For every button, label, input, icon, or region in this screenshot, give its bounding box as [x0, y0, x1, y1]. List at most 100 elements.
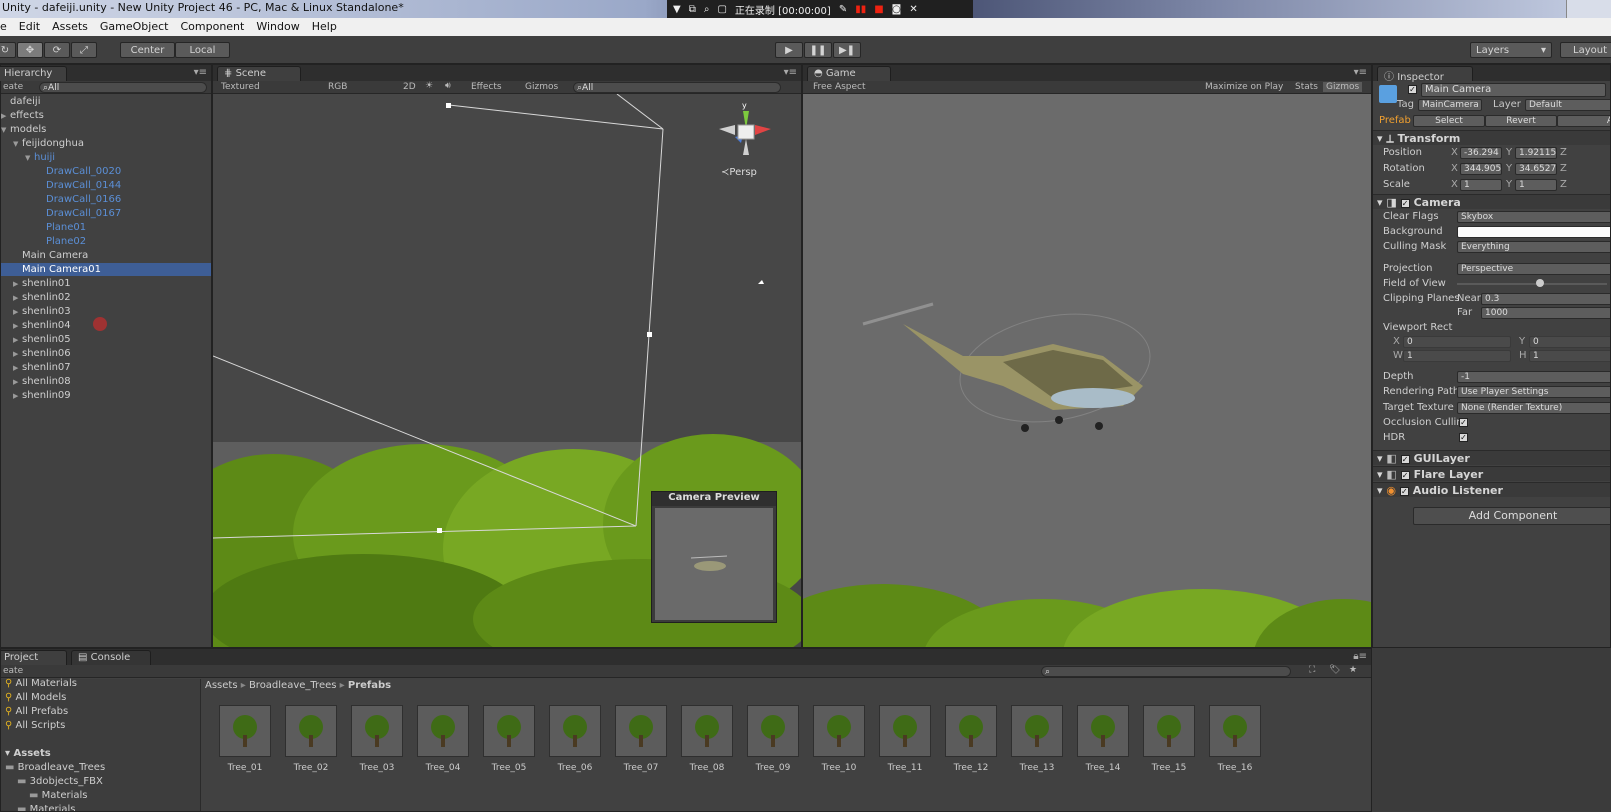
rotate-tool-icon[interactable]: ↻ [0, 42, 16, 58]
menu-assets[interactable]: Assets [52, 20, 88, 36]
hierarchy-item[interactable]: ▼ models [1, 123, 211, 136]
tab-project[interactable]: Project [1, 650, 67, 665]
filter-type-icon[interactable]: ⛶ [1309, 665, 1315, 675]
stop-record-icon[interactable]: ■ [874, 4, 883, 15]
asset-item[interactable]: Tree_13 [1011, 705, 1063, 773]
collapse-arrow-icon[interactable]: ▶ [13, 320, 22, 333]
active-checkbox[interactable]: ✓ [1408, 85, 1417, 94]
pivot-center-toggle[interactable]: Center [120, 42, 175, 58]
menu-window[interactable]: Window [256, 20, 299, 36]
tab-scene[interactable]: ⋕ Scene [217, 66, 301, 81]
play-button[interactable]: ▶ [775, 42, 803, 58]
favorite-item[interactable]: ⚲ All Models [5, 691, 66, 704]
pause-record-icon[interactable]: ▮▮ [855, 4, 866, 15]
asset-item[interactable]: Tree_15 [1143, 705, 1195, 773]
component-header[interactable]: ▾ ◧ ✓ Flare Layer [1373, 466, 1610, 481]
layer-dropdown[interactable]: Default [1525, 99, 1610, 111]
tab-inspector[interactable]: ⓘ Inspector [1377, 66, 1473, 83]
asset-item[interactable]: Tree_01 [219, 705, 271, 773]
scene-search-input[interactable]: ⌕All [573, 82, 781, 93]
hierarchy-item[interactable]: DrawCall_0144 [1, 179, 211, 192]
close-recorder-icon[interactable]: ✕ [909, 4, 917, 15]
collapse-arrow-icon[interactable]: ▶ [13, 334, 22, 347]
menu-component[interactable]: Component [180, 20, 244, 36]
asset-item[interactable]: Tree_12 [945, 705, 997, 773]
camera-row-field[interactable]: Perspective [1457, 263, 1610, 275]
dropdown-icon[interactable]: ▼ [673, 4, 681, 15]
transform-header[interactable]: ▾ ⟂ Transform [1373, 130, 1610, 145]
hierarchy-item[interactable]: ▶ effects [1, 109, 211, 122]
prefab-select-button[interactable]: Select [1413, 115, 1485, 127]
breadcrumb-prefabs[interactable]: Prefabs [348, 680, 391, 691]
orientation-gizmo[interactable]: y ≺Persp [715, 101, 775, 183]
menu-file[interactable]: e [0, 20, 7, 36]
frustum-handle[interactable] [647, 332, 652, 337]
tab-hierarchy[interactable]: Hierarchy [0, 66, 67, 81]
camera-header[interactable]: ▾ ◨ ✓ Camera [1373, 194, 1610, 209]
2d-toggle[interactable]: 2D [403, 82, 416, 92]
asset-item[interactable]: Tree_16 [1209, 705, 1261, 773]
layers-dropdown[interactable]: Layers ▾ [1470, 42, 1552, 58]
frustum-handle[interactable] [437, 528, 442, 533]
collapse-arrow-icon[interactable]: ▶ [13, 348, 22, 361]
background-color-swatch[interactable] [1457, 226, 1610, 238]
camera-row-checkbox[interactable]: ✓ [1459, 418, 1468, 427]
panel-menu-icon[interactable]: ▾≡ [784, 67, 797, 78]
hierarchy-item[interactable]: DrawCall_0020 [1, 165, 211, 178]
camera-row-field[interactable]: Skybox [1457, 211, 1610, 223]
menu-edit[interactable]: Edit [19, 20, 40, 36]
pen-icon[interactable]: ✎ [839, 4, 847, 15]
asset-item[interactable]: Tree_10 [813, 705, 865, 773]
favorite-item[interactable]: ⚲ All Prefabs [5, 705, 68, 718]
near-field[interactable]: 0.3 [1481, 293, 1610, 305]
frustum-handle[interactable] [446, 103, 451, 108]
shading-dropdown[interactable]: Textured [221, 82, 321, 92]
asset-item[interactable]: Tree_03 [351, 705, 403, 773]
asset-item[interactable]: Tree_07 [615, 705, 667, 773]
step-button[interactable]: ▶❚ [833, 42, 861, 58]
move-tool-icon[interactable]: ✥ [17, 42, 43, 58]
component-enabled-checkbox[interactable]: ✓ [1400, 454, 1410, 464]
component-header[interactable]: ▾ ◧ ✓ GUILayer [1373, 450, 1610, 465]
transform-rotation-y[interactable]: 34.6527 [1515, 163, 1557, 175]
far-field[interactable]: 1000 [1481, 307, 1610, 319]
menu-gameobject[interactable]: GameObject [100, 20, 169, 36]
rotate-view-icon[interactable]: ⟳ [44, 42, 70, 58]
persp-label[interactable]: ≺Persp [721, 167, 757, 178]
asset-item[interactable]: Tree_09 [747, 705, 799, 773]
hierarchy-search-input[interactable]: ⌕All [39, 82, 207, 93]
assets-header[interactable]: ▾ Assets [5, 747, 51, 760]
camera-row-checkbox[interactable]: ✓ [1459, 433, 1468, 442]
fov-slider-track[interactable] [1457, 283, 1607, 285]
folder-item[interactable]: ▬ Broadleave_Trees [5, 761, 105, 774]
collapse-arrow-icon[interactable]: ▶ [13, 292, 22, 305]
minimize-button[interactable] [1566, 0, 1611, 18]
hierarchy-item[interactable]: ▶ shenlin09 [1, 389, 211, 402]
asset-item[interactable]: Tree_04 [417, 705, 469, 773]
project-search-input[interactable]: ⌕ [1041, 666, 1291, 677]
hierarchy-item[interactable]: ▶ shenlin06 [1, 347, 211, 360]
hierarchy-item[interactable]: ▶ shenlin02 [1, 291, 211, 304]
collapse-arrow-icon[interactable]: ▶ [1, 110, 10, 123]
panel-menu-icon[interactable]: ▾≡ [1354, 67, 1367, 78]
hierarchy-item[interactable]: DrawCall_0166 [1, 193, 211, 206]
tab-console[interactable]: ▤ Console [71, 650, 151, 665]
hierarchy-item[interactable]: Plane02 [1, 235, 211, 248]
render-mode-dropdown[interactable]: RGB [328, 82, 388, 92]
prefab-apply-button[interactable]: A [1557, 115, 1610, 127]
favorite-item[interactable]: ⚲ All Materials [5, 677, 77, 690]
hierarchy-item[interactable]: DrawCall_0167 [1, 207, 211, 220]
object-name-field[interactable]: Main Camera [1421, 83, 1606, 97]
tab-game[interactable]: ◓ Game [807, 66, 891, 81]
camera-row-field[interactable]: None (Render Texture) [1457, 402, 1610, 414]
project-create-dropdown[interactable]: eate [3, 666, 23, 676]
hierarchy-item[interactable]: Main Camera01 [1, 263, 211, 276]
layout-dropdown[interactable]: Layout [1560, 42, 1611, 58]
expand-arrow-icon[interactable]: ▼ [1, 124, 10, 137]
hierarchy-item[interactable]: ▶ shenlin05 [1, 333, 211, 346]
maximize-on-play-toggle[interactable]: Maximize on Play [1205, 82, 1283, 92]
viewport-x-field[interactable]: 0 [1403, 336, 1511, 348]
transform-rotation-x[interactable]: 344.905 [1460, 163, 1502, 175]
expand-arrow-icon[interactable]: ▼ [13, 138, 22, 151]
scene-gizmos-dropdown[interactable]: Gizmos [525, 82, 558, 92]
